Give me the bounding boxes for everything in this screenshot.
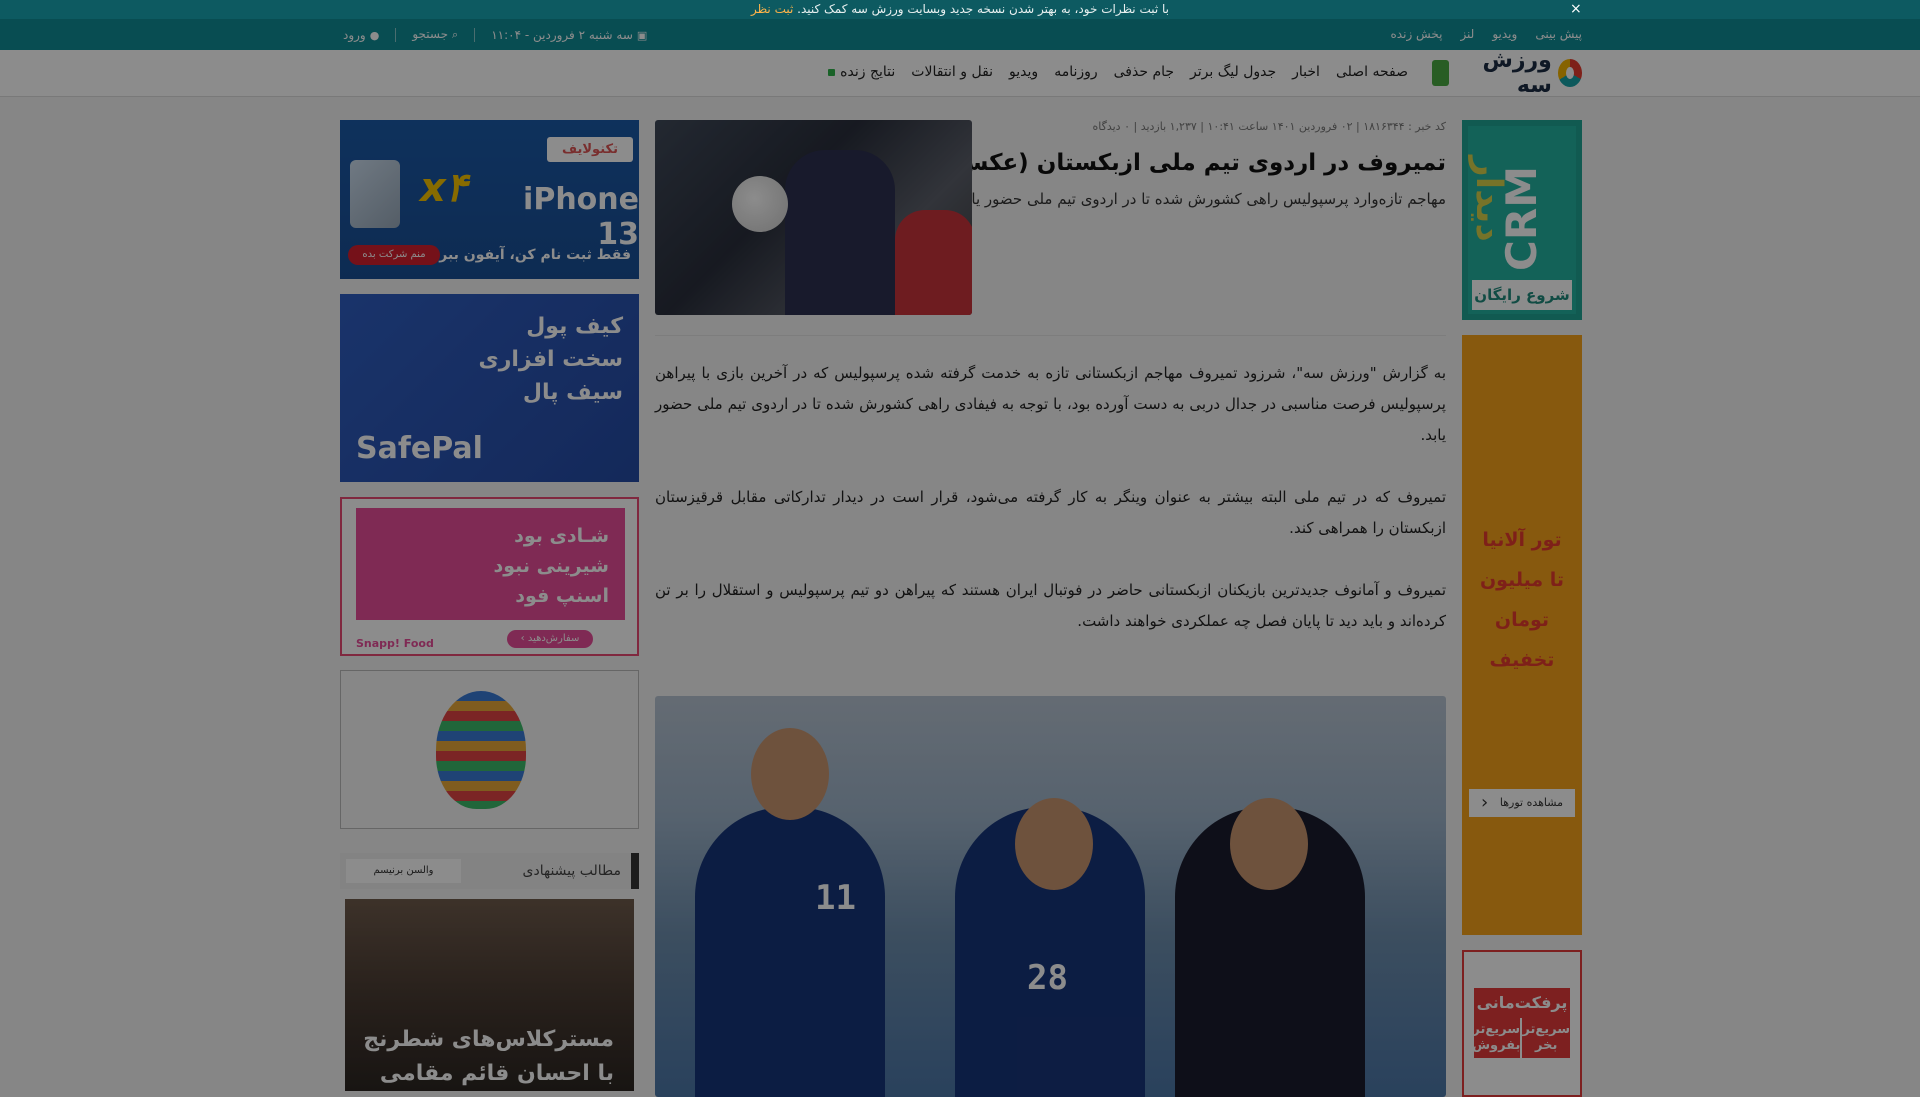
nav-item-cup[interactable]: جام حذفی (1114, 64, 1174, 80)
ad-crm[interactable]: CRM دیدار شروع رایگان (1462, 120, 1582, 320)
ad-iphone-button[interactable]: منم شرکت بده (348, 245, 440, 265)
ad-iphone-brand: تکنولایف (547, 137, 633, 162)
calendar-icon: ▣ (636, 28, 648, 42)
user-icon: ● (369, 28, 380, 42)
ad-crm-brand: دیدار (1468, 156, 1509, 242)
ad-perfectmoney[interactable]: پرفکت‌مانی سریع‌تر بخر سریع‌تر بفروش (1462, 950, 1582, 1097)
ad-safepal-name: SafePal (356, 431, 483, 466)
ad-safepal-text: کیف پول سخت افزاری سیف پال (478, 314, 623, 405)
photo-player-head (751, 728, 829, 820)
egg-icon (436, 691, 526, 809)
photo-player-head (1015, 798, 1093, 890)
article-paragraph: به گزارش "ورزش سه"، شرزود تمیروف مهاجم ا… (655, 364, 1446, 444)
close-icon[interactable]: × (1570, 0, 1582, 19)
ad-tour[interactable]: تور آلانیا تا میلیون تومان تخفیف مشاهده … (1462, 335, 1582, 935)
article-photo: 11 28 (655, 696, 1446, 1097)
photo-player-head (1230, 798, 1308, 890)
top-bar: پیش بینی ویدیو لنز پخش زنده ▣سه شنبه ۲ ف… (0, 19, 1920, 50)
ad-iphone-multiplier: x۴ (420, 165, 468, 211)
ad-crm-start-button[interactable]: شروع رایگان (1472, 280, 1572, 310)
article: کد خبر : ۱۸۱۶۳۴۴ | ۰۲ فروردین ۱۴۰۱ ساعت … (655, 120, 1446, 1097)
photo-jersey-number: 28 (1027, 958, 1068, 998)
live-dot-icon (828, 68, 836, 76)
separator (474, 27, 476, 42)
hero-ball (732, 176, 788, 232)
top-link-lens[interactable]: لنز (1460, 27, 1474, 41)
banner-feedback-link[interactable]: ثبت نظر (751, 2, 793, 16)
nav-item-newspaper[interactable]: روزنامه (1054, 64, 1097, 80)
suggested-item-caption: مسترکلاس‌های شطرنج با احسان قائم مقامی (363, 1027, 614, 1086)
nav-items: صفحه اصلی اخبار جدول لیگ برتر جام حذفی ر… (828, 64, 1408, 80)
article-divider (655, 335, 1446, 336)
hero-player (785, 150, 895, 315)
ad-snapp-order-button[interactable]: سفارش‌دهید › (507, 630, 593, 648)
ad-iphone[interactable]: x۴ iPhone 13 تکنولایف فقط ثبت نام کن، آی… (340, 120, 639, 279)
nav-item-video[interactable]: ویدیو (1009, 64, 1038, 80)
nav-item-live-results[interactable]: نتایج زنده (828, 64, 895, 80)
photo-jersey-number: 11 (815, 878, 856, 918)
main-nav: ورزش سه صفحه اصلی اخبار جدول لیگ برتر جا… (0, 48, 1920, 98)
suggested-item-image[interactable]: مسترکلاس‌های شطرنج با احسان قائم مقامی (345, 899, 634, 1091)
logo-text: ورزش سه (1482, 48, 1552, 98)
date-display: ▣سه شنبه ۲ فروردین - ۱۱:۰۴ (491, 27, 648, 42)
ad-snapp-logo: Snapp! Food (356, 637, 434, 650)
site-logo[interactable]: ورزش سه (1432, 48, 1582, 98)
ad-tour-button[interactable]: مشاهده تورها (1469, 789, 1575, 817)
ad-crm-inner: CRM دیدار شروع رایگان (1468, 126, 1576, 314)
article-paragraph: تمیروف و آمانوف جدیدترین بازیکنان ازبکست… (655, 581, 1446, 630)
suggested-header: مطالب پیشنهادی والسن برنیسم (340, 853, 639, 889)
nav-item-news[interactable]: اخبار (1292, 64, 1320, 80)
ad-safepal[interactable]: کیف پول سخت افزاری سیف پال SafePal (340, 294, 639, 482)
ad-perfect-title: پرفکت‌مانی (1474, 988, 1570, 1018)
nav-item-league-table[interactable]: جدول لیگ برتر (1190, 64, 1276, 80)
ad-iphone-model: iPhone 13 (523, 182, 639, 252)
separator (395, 27, 397, 42)
article-paragraph: تمیروف که در تیم ملی البته بیشتر به عنوا… (655, 488, 1446, 537)
suggested-sponsor-tag[interactable]: والسن برنیسم (346, 859, 461, 883)
ad-tour-text: تور آلانیا تا میلیون تومان تخفیف (1479, 529, 1565, 671)
top-link-live[interactable]: پخش زنده (1391, 27, 1443, 41)
ad-snappfood[interactable]: شـادی بود شیرینی نبود اسنپ فود سفارش‌دهی… (340, 497, 639, 656)
article-body: به گزارش "ورزش سه"، شرزود تمیروف مهاجم ا… (655, 358, 1446, 668)
top-link-video[interactable]: ویدیو (1492, 27, 1517, 41)
hero-opponent (895, 210, 972, 315)
ad-nowruz-egg[interactable] (340, 670, 639, 829)
ad-perfect-row: سریع‌تر بخر سریع‌تر بفروش (1472, 1018, 1570, 1058)
logo-mark-icon (1557, 59, 1582, 87)
nav-item-transfers[interactable]: نقل و انتقالات (911, 64, 993, 80)
logo-flag-icon (1432, 60, 1450, 86)
top-links: پیش بینی ویدیو لنز پخش زنده (1391, 27, 1582, 41)
banner-text: با ثبت نظرات خود، به بهتر شدن نسخه جدید … (797, 2, 1170, 16)
article-hero-image (655, 120, 972, 315)
feedback-banner: با ثبت نظرات خود، به بهتر شدن نسخه جدید … (0, 0, 1920, 19)
suggested-title: مطالب پیشنهادی (522, 863, 621, 879)
search-button[interactable]: ⌕جستجو (412, 27, 458, 42)
search-icon: ⌕ (452, 28, 459, 41)
ad-snapp-text: شـادی بود شیرینی نبود اسنپ فود (493, 525, 609, 607)
top-utilities: ▣سه شنبه ۲ فروردین - ۱۱:۰۴ ⌕جستجو ●ورود (343, 27, 647, 42)
ad-iphone-cta: فقط ثبت نام کن، آیفون ببر! (432, 247, 631, 263)
phone-icon (350, 160, 400, 228)
photo-player (695, 807, 885, 1097)
login-button[interactable]: ●ورود (343, 28, 379, 42)
top-link-predict[interactable]: پیش بینی (1535, 27, 1582, 41)
nav-item-home[interactable]: صفحه اصلی (1336, 64, 1408, 80)
